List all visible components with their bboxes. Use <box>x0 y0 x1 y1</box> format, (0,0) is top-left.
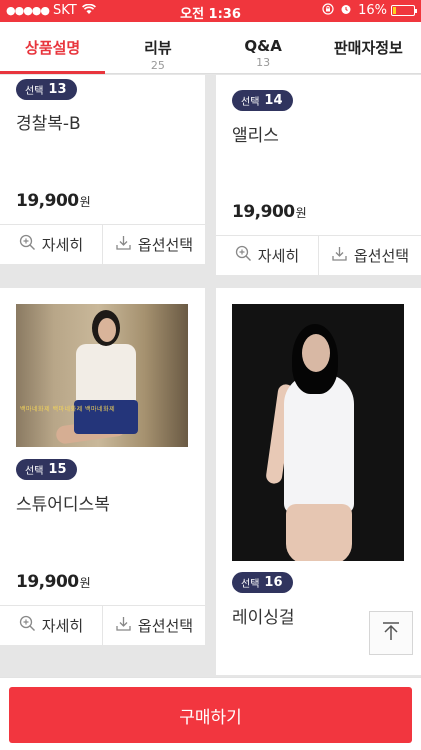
product-image[interactable]: 백마네화제 백마네화제 백마네화제 <box>16 304 188 447</box>
tab-seller-info[interactable]: 판매자정보 <box>316 22 421 73</box>
product-name: 스튜어디스복 <box>16 495 110 515</box>
tab-bar: 상품설명 리뷰 25 Q&A 13 판매자정보 <box>0 22 421 74</box>
option-badge: 선택 13 <box>16 79 77 100</box>
detail-label: 자세히 <box>257 247 300 265</box>
badge-prefix: 선택 <box>25 86 44 97</box>
price-unit: 원 <box>295 206 307 220</box>
product-grid: 선택 13 경찰복-B 19,900원 자세히 옵션선택 선택 14 앨리스 1… <box>0 75 421 675</box>
product-image[interactable] <box>232 304 404 561</box>
product-name: 앨리스 <box>232 126 279 146</box>
alarm-icon <box>340 3 352 18</box>
badge-prefix: 선택 <box>241 579 260 590</box>
product-photo <box>232 304 404 561</box>
bottom-bar: 구매하기 <box>0 677 421 750</box>
detail-button[interactable]: 자세히 <box>0 225 102 264</box>
option-select-label: 옵션선택 <box>137 617 194 635</box>
tab-reviews[interactable]: 리뷰 25 <box>105 22 210 73</box>
badge-number: 13 <box>48 82 67 97</box>
zoom-in-icon <box>19 615 36 636</box>
zoom-in-icon <box>19 234 36 255</box>
option-badge: 선택 15 <box>16 459 77 480</box>
product-price: 19,900원 <box>16 572 91 592</box>
battery-percentage: 16% <box>358 3 387 18</box>
price-value: 19,900 <box>232 202 295 222</box>
battery-icon <box>391 5 417 16</box>
detail-button[interactable]: 자세히 <box>0 606 102 645</box>
badge-number: 16 <box>264 575 283 590</box>
option-select-label: 옵션선택 <box>353 247 410 265</box>
tab-product-description[interactable]: 상품설명 <box>0 22 106 74</box>
product-card[interactable]: 백마네화제 백마네화제 백마네화제 선택 15 스튜어디스복 19,900원 자… <box>0 288 205 645</box>
tab-label: 판매자정보 <box>333 39 403 57</box>
scroll-to-top-button[interactable] <box>369 611 413 655</box>
product-price: 19,900원 <box>16 191 91 211</box>
card-actions: 자세히 옵션선택 <box>216 235 421 275</box>
download-icon <box>115 234 132 255</box>
option-select-label: 옵션선택 <box>137 236 194 254</box>
price-unit: 원 <box>79 195 91 209</box>
buy-button[interactable]: 구매하기 <box>9 687 412 743</box>
zoom-in-icon <box>235 245 252 266</box>
option-badge: 선택 14 <box>232 90 293 111</box>
tab-count: 25 <box>150 59 165 72</box>
badge-number: 14 <box>264 93 283 108</box>
option-select-button[interactable]: 옵션선택 <box>102 606 205 645</box>
price-value: 19,900 <box>16 572 79 592</box>
option-badge: 선택 16 <box>232 572 293 593</box>
badge-prefix: 선택 <box>25 466 44 477</box>
product-price: 19,900원 <box>232 202 307 222</box>
tab-label: 리뷰 <box>144 39 172 57</box>
badge-prefix: 선택 <box>241 97 260 108</box>
price-unit: 원 <box>79 576 91 590</box>
price-value: 19,900 <box>16 191 79 211</box>
product-name: 레이싱걸 <box>232 608 295 628</box>
card-actions: 자세히 옵션선택 <box>0 224 205 264</box>
status-bar: ●●●●● SKT 오전 1:36 16% <box>0 0 421 22</box>
watermark: 백마네화제 백마네화제 백마네화제 <box>20 406 116 413</box>
option-select-button[interactable]: 옵션선택 <box>102 225 205 264</box>
download-icon <box>115 615 132 636</box>
tab-label: Q&A <box>244 37 282 55</box>
badge-number: 15 <box>48 462 67 477</box>
option-select-button[interactable]: 옵션선택 <box>318 236 421 275</box>
tab-count: 13 <box>256 56 271 69</box>
detail-button[interactable]: 자세히 <box>216 236 318 275</box>
product-card[interactable]: 선택 13 경찰복-B 19,900원 자세히 옵션선택 <box>0 75 205 264</box>
detail-label: 자세히 <box>41 236 84 254</box>
download-icon <box>331 245 348 266</box>
card-actions: 자세히 옵션선택 <box>0 605 205 645</box>
product-photo: 백마네화제 백마네화제 백마네화제 <box>16 304 188 447</box>
orientation-lock-icon <box>322 3 334 18</box>
product-name: 경찰복-B <box>16 114 81 134</box>
tab-label: 상품설명 <box>25 39 81 57</box>
tab-qna[interactable]: Q&A 13 <box>211 22 316 73</box>
arrow-up-icon <box>380 620 402 646</box>
product-card[interactable]: 선택 14 앨리스 19,900원 자세히 옵션선택 <box>216 75 421 275</box>
detail-label: 자세히 <box>41 617 84 635</box>
